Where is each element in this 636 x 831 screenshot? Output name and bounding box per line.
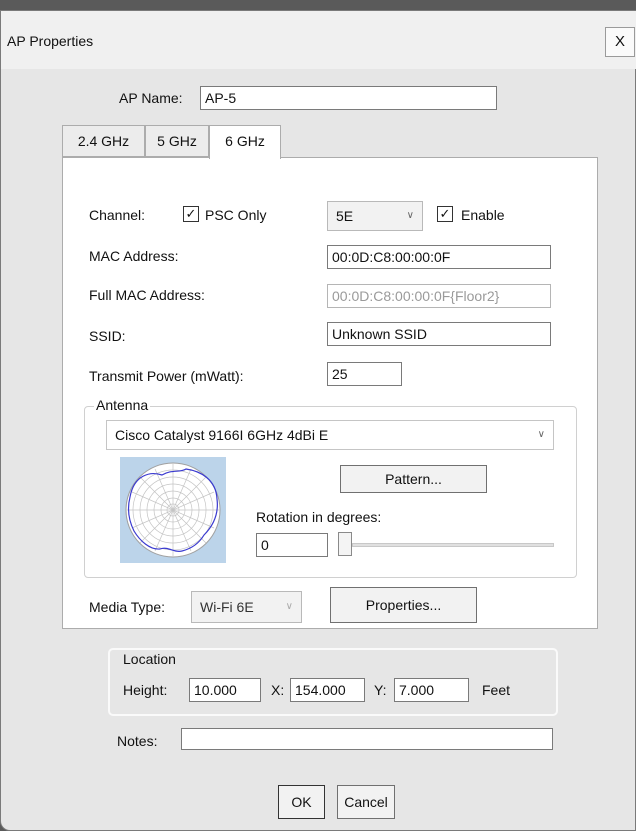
feet-unit-label: Feet — [482, 682, 511, 698]
notes-label: Notes: — [117, 733, 158, 749]
psc-only-checkbox[interactable]: ✓ — [183, 206, 199, 222]
ok-button[interactable]: OK — [278, 785, 325, 819]
properties-button[interactable]: Properties... — [330, 587, 477, 623]
y-input[interactable]: 7.000 — [394, 678, 469, 702]
channel-select-value: 5E — [336, 208, 354, 224]
ap-name-input[interactable]: AP-5 — [200, 86, 497, 110]
media-type-value: Wi-Fi 6E — [200, 599, 254, 615]
chevron-down-icon: ∨ — [537, 429, 545, 440]
x-input[interactable]: 154.000 — [290, 678, 365, 702]
chevron-down-icon: ∨ — [406, 210, 414, 221]
cancel-button[interactable]: Cancel — [337, 785, 395, 819]
ssid-label: SSID: — [89, 328, 126, 344]
height-input[interactable]: 10.000 — [189, 678, 261, 702]
rotation-slider-thumb[interactable] — [338, 532, 352, 556]
dialog-title: AP Properties — [7, 33, 94, 49]
ssid-input[interactable]: Unknown SSID — [327, 322, 551, 346]
location-group-label: Location — [121, 651, 178, 667]
title-bar: AP Properties X — [1, 11, 636, 69]
height-label: Height: — [123, 682, 168, 698]
channel-select[interactable]: 5E ∨ — [327, 201, 423, 231]
enable-label: Enable — [461, 207, 505, 223]
rotation-slider-track[interactable] — [352, 543, 554, 547]
media-type-select: Wi-Fi 6E ∨ — [191, 591, 302, 623]
full-mac-address-label: Full MAC Address: — [89, 287, 205, 303]
transmit-power-label: Transmit Power (mWatt): — [89, 368, 244, 384]
psc-only-label: PSC Only — [205, 207, 267, 223]
y-label: Y: — [374, 682, 387, 698]
mac-address-label: MAC Address: — [89, 248, 179, 264]
enable-checkbox[interactable]: ✓ — [437, 206, 453, 222]
tab-5-ghz[interactable]: 5 GHz — [145, 125, 209, 157]
transmit-power-input[interactable]: 25 — [327, 362, 402, 386]
chevron-down-icon: ∨ — [285, 601, 293, 612]
rotation-label: Rotation in degrees: — [256, 509, 382, 525]
antenna-model-value: Cisco Catalyst 9166I 6GHz 4dBi E — [115, 427, 329, 443]
full-mac-address-input: 00:0D:C8:00:00:0F{Floor2} — [327, 284, 551, 308]
pattern-button[interactable]: Pattern... — [340, 465, 487, 493]
checkmark-icon: ✓ — [185, 206, 197, 221]
channel-label: Channel: — [89, 207, 146, 223]
notes-input[interactable] — [181, 728, 553, 750]
mac-address-input[interactable]: 00:0D:C8:00:00:0F — [327, 245, 551, 269]
media-type-label: Media Type: — [89, 599, 166, 615]
rotation-input[interactable]: 0 — [256, 533, 328, 557]
antenna-model-select[interactable]: Cisco Catalyst 9166I 6GHz 4dBi E ∨ — [106, 420, 554, 450]
tab-2-4-ghz[interactable]: 2.4 GHz — [62, 125, 145, 157]
close-button[interactable]: X — [605, 27, 635, 57]
ap-name-label: AP Name: — [119, 90, 183, 106]
x-label: X: — [271, 682, 285, 698]
antenna-pattern-preview — [120, 457, 226, 563]
checkmark-icon: ✓ — [439, 206, 451, 221]
tab-6-ghz[interactable]: 6 GHz — [209, 125, 281, 159]
antenna-group-label: Antenna — [94, 397, 151, 413]
